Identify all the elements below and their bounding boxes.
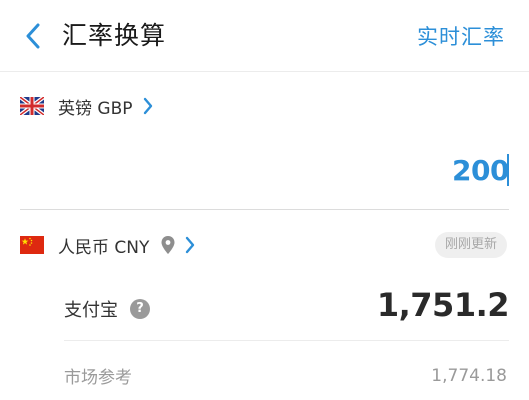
china-flag-icon (20, 236, 44, 254)
back-button[interactable] (20, 22, 46, 50)
chevron-left-icon (26, 23, 40, 49)
alipay-converted-value: 1,751.2 (376, 286, 510, 324)
row-divider (64, 340, 509, 341)
target-currency-selector[interactable]: 人民币 CNY (20, 233, 149, 258)
source-currency-selector[interactable]: 英镑 GBP (20, 90, 153, 122)
help-icon[interactable]: ? (130, 299, 150, 319)
source-currency-label: 英镑 GBP (58, 98, 133, 119)
chevron-right-icon[interactable] (185, 236, 195, 254)
section-divider (20, 209, 509, 210)
amount-input[interactable] (309, 150, 509, 190)
target-currency-row: 人民币 CNY (20, 229, 195, 261)
target-currency-label: 人民币 CNY (58, 237, 150, 258)
realtime-rate-link[interactable]: 实时汇率 (417, 20, 505, 54)
page-title: 汇率换算 (62, 21, 167, 50)
alipay-label-text: 支付宝 (64, 300, 118, 321)
updated-status-badge: 刚刚更新 (434, 232, 507, 258)
location-pin-icon[interactable] (161, 236, 175, 254)
alipay-rate-label: 支付宝 ? (64, 296, 150, 322)
uk-flag-icon (20, 97, 44, 115)
top-bar: 汇率换算 实时汇率 (0, 0, 529, 72)
market-reference-label: 市场参考 (64, 368, 132, 388)
text-cursor (507, 154, 509, 186)
chevron-right-icon (143, 97, 153, 115)
market-reference-value: 1,774.18 (431, 366, 507, 386)
